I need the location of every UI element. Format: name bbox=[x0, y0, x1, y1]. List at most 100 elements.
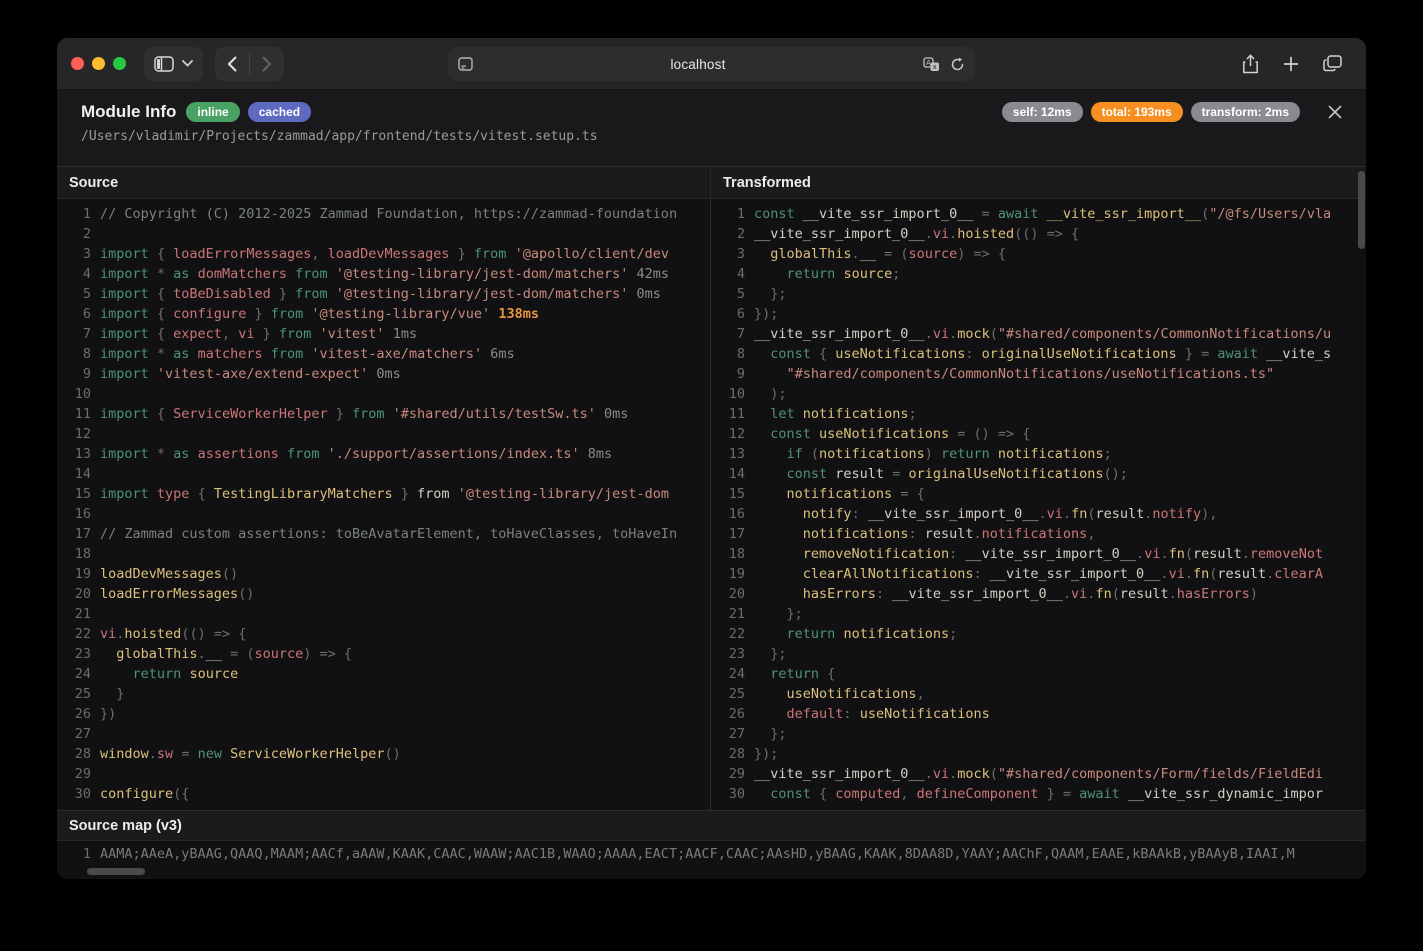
code-line: 8import * as matchers from 'vitest-axe/m… bbox=[65, 344, 710, 364]
source-panel-header: Source bbox=[57, 167, 710, 199]
code-line: 28}); bbox=[719, 744, 1366, 764]
code-line: 2__vite_ssr_import_0__.vi.hoisted(() => … bbox=[719, 224, 1366, 244]
code-line: 4import * as domMatchers from '@testing-… bbox=[65, 264, 710, 284]
code-line: 14 bbox=[65, 464, 710, 484]
svg-text:x: x bbox=[933, 63, 937, 71]
timing-total: total: 193ms bbox=[1091, 102, 1183, 122]
code-line: 24 return source bbox=[65, 664, 710, 684]
code-line: 27 }; bbox=[719, 724, 1366, 744]
badge-inline: inline bbox=[186, 102, 239, 122]
code-line: 18 bbox=[65, 544, 710, 564]
code-line: 20loadErrorMessages() bbox=[65, 584, 710, 604]
code-line: 26 default: useNotifications bbox=[719, 704, 1366, 724]
code-line: 12 bbox=[65, 424, 710, 444]
code-line: 23 globalThis.__ = (source) => { bbox=[65, 644, 710, 664]
translate-icon[interactable]: A x bbox=[923, 57, 940, 72]
close-icon[interactable] bbox=[1328, 105, 1342, 119]
code-line: 19 clearAllNotifications: __vite_ssr_imp… bbox=[719, 564, 1366, 584]
source-panel-title: Source bbox=[69, 175, 118, 191]
timing-badges: self: 12ms total: 193ms transform: 2ms bbox=[1002, 102, 1300, 122]
code-line: 18 removeNotification: __vite_ssr_import… bbox=[719, 544, 1366, 564]
code-line: 23 }; bbox=[719, 644, 1366, 664]
new-tab-icon[interactable] bbox=[1283, 56, 1299, 72]
code-line: 9import 'vitest-axe/extend-expect' 0ms bbox=[65, 364, 710, 384]
toolbar-right-group bbox=[1242, 54, 1352, 74]
code-line: 13import * as assertions from './support… bbox=[65, 444, 710, 464]
code-line: 26}) bbox=[65, 704, 710, 724]
svg-text:A: A bbox=[926, 59, 931, 67]
timing-self: self: 12ms bbox=[1002, 102, 1083, 122]
module-badges: inline cached bbox=[186, 102, 311, 122]
code-line: 3import { loadErrorMessages, loadDevMess… bbox=[65, 244, 710, 264]
tab-overview-icon[interactable] bbox=[1323, 55, 1342, 72]
vertical-scrollbar[interactable] bbox=[1358, 171, 1365, 249]
code-line: 13 if (notifications) return notificatio… bbox=[719, 444, 1366, 464]
chevron-down-icon[interactable] bbox=[182, 60, 193, 67]
url-text[interactable]: localhost bbox=[473, 57, 923, 72]
module-file-path: /Users/vladimir/Projects/zammad/app/fron… bbox=[81, 129, 1342, 144]
reader-icon[interactable] bbox=[458, 57, 473, 71]
code-line: 10 ); bbox=[719, 384, 1366, 404]
transformed-code: 1const __vite_ssr_import_0__ = await __v… bbox=[711, 199, 1366, 810]
timing-transform: transform: 2ms bbox=[1191, 102, 1300, 122]
nav-separator bbox=[249, 54, 250, 74]
horizontal-scrollbar[interactable] bbox=[87, 868, 145, 875]
code-line: 17// Zammad custom assertions: toBeAvata… bbox=[65, 524, 710, 544]
code-line: 6}); bbox=[719, 304, 1366, 324]
sourcemap-code: 1AAMA;AAeA,yBAAG,QAAQ,MAAM;AACf,aAAW,KAA… bbox=[57, 841, 1366, 879]
source-code: 1// Copyright (C) 2012-2025 Zammad Found… bbox=[57, 199, 710, 810]
sidebar-toggle-group bbox=[144, 47, 203, 81]
minimize-window-button[interactable] bbox=[92, 57, 105, 70]
badge-cached: cached bbox=[248, 102, 311, 122]
code-line: 4 return source; bbox=[719, 264, 1366, 284]
share-icon[interactable] bbox=[1242, 54, 1259, 74]
code-line: 8 const { useNotifications: originalUseN… bbox=[719, 344, 1366, 364]
sidebar-icon[interactable] bbox=[154, 56, 174, 72]
code-line: 24 return { bbox=[719, 664, 1366, 684]
back-button[interactable] bbox=[227, 56, 237, 72]
code-line: 22 return notifications; bbox=[719, 624, 1366, 644]
code-line: 12 const useNotifications = () => { bbox=[719, 424, 1366, 444]
address-bar[interactable]: localhost A x bbox=[448, 47, 975, 81]
code-line: 9 "#shared/components/CommonNotification… bbox=[719, 364, 1366, 384]
code-line: 5import { toBeDisabled } from '@testing-… bbox=[65, 284, 710, 304]
sourcemap-section: Source map (v3) 1AAMA;AAeA,yBAAG,QAAQ,MA… bbox=[57, 810, 1366, 879]
close-window-button[interactable] bbox=[71, 57, 84, 70]
code-line: 5 }; bbox=[719, 284, 1366, 304]
code-line: 20 hasErrors: __vite_ssr_import_0__.vi.f… bbox=[719, 584, 1366, 604]
module-info-header: Module Info inline cached self: 12ms total… bbox=[57, 90, 1366, 166]
sourcemap-header: Source map (v3) bbox=[57, 811, 1366, 841]
code-line: 15import type { TestingLibraryMatchers }… bbox=[65, 484, 710, 504]
browser-toolbar: localhost A x bbox=[57, 38, 1366, 90]
transformed-panel-header: Transformed bbox=[711, 167, 1366, 199]
reload-icon[interactable] bbox=[950, 57, 965, 72]
code-panels: Source 1// Copyright (C) 2012-2025 Zamma… bbox=[57, 166, 1366, 810]
code-line: 27 bbox=[65, 724, 710, 744]
code-line: 22vi.hoisted(() => { bbox=[65, 624, 710, 644]
zoom-window-button[interactable] bbox=[113, 57, 126, 70]
code-line: 1AAMA;AAeA,yBAAG,QAAQ,MAAM;AACf,aAAW,KAA… bbox=[65, 844, 1366, 864]
browser-window: localhost A x bbox=[57, 38, 1366, 879]
code-line: 3 globalThis.__ = (source) => { bbox=[719, 244, 1366, 264]
code-line: 19loadDevMessages() bbox=[65, 564, 710, 584]
forward-button[interactable] bbox=[262, 56, 272, 72]
code-line: 29 bbox=[65, 764, 710, 784]
transformed-panel: Transformed 1const __vite_ssr_import_0__… bbox=[710, 167, 1366, 810]
code-line: 6import { configure } from '@testing-lib… bbox=[65, 304, 710, 324]
code-line: 7__vite_ssr_import_0__.vi.mock("#shared/… bbox=[719, 324, 1366, 344]
code-line: 2 bbox=[65, 224, 710, 244]
code-line: 7import { expect, vi } from 'vitest' 1ms bbox=[65, 324, 710, 344]
code-line: 11import { ServiceWorkerHelper } from '#… bbox=[65, 404, 710, 424]
code-line: 25 useNotifications, bbox=[719, 684, 1366, 704]
code-line: 10 bbox=[65, 384, 710, 404]
code-line: 1// Copyright (C) 2012-2025 Zammad Found… bbox=[65, 204, 710, 224]
code-line: 14 const result = originalUseNotificatio… bbox=[719, 464, 1366, 484]
code-line: 30 const { computed, defineComponent } =… bbox=[719, 784, 1366, 804]
traffic-lights bbox=[71, 57, 126, 70]
source-panel: Source 1// Copyright (C) 2012-2025 Zamma… bbox=[57, 167, 710, 810]
transformed-panel-title: Transformed bbox=[723, 175, 811, 191]
code-line: 28window.sw = new ServiceWorkerHelper() bbox=[65, 744, 710, 764]
code-line: 16 bbox=[65, 504, 710, 524]
page-title: Module Info bbox=[81, 102, 176, 122]
code-line: 29__vite_ssr_import_0__.vi.mock("#shared… bbox=[719, 764, 1366, 784]
